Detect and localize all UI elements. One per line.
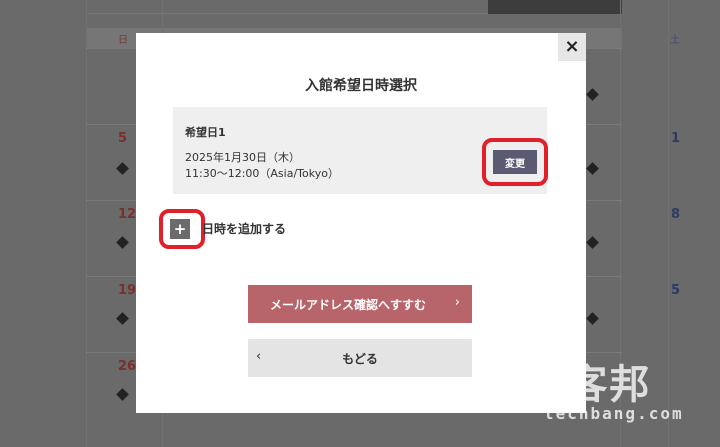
calendar-toolbar-button	[488, 0, 622, 14]
add-datetime-label[interactable]: 日時を追加する	[202, 220, 286, 237]
close-button[interactable]: ×	[558, 33, 586, 61]
date-entry-label: 希望日1	[185, 126, 226, 139]
date-entry-time: 11:30〜12:00（Asia/Tokyo）	[185, 167, 339, 180]
day-number: 12	[118, 207, 137, 222]
day-number: 26	[118, 359, 137, 374]
techbang-watermark: T客邦 techbang.com	[538, 352, 714, 432]
watermark-domain: techbang.com	[544, 404, 684, 423]
watermark-logo: T客邦	[538, 362, 652, 408]
date-entry-date: 2025年1月30日（木）	[185, 151, 300, 164]
add-button-highlight: +	[159, 209, 205, 249]
day-number: 8	[671, 207, 681, 222]
date-entry-card: 希望日1 2025年1月30日（木） 11:30〜12:00（Asia/Toky…	[173, 107, 548, 194]
day-number: 19	[118, 283, 137, 298]
modal-title: 入館希望日時選択	[305, 78, 417, 94]
add-datetime-button[interactable]: +	[170, 219, 190, 239]
day-number: 5	[118, 131, 128, 146]
day-number: 5	[671, 283, 681, 298]
back-button-label: もどる	[342, 352, 378, 366]
weekday-saturday: 土	[670, 35, 680, 46]
calendar-toolbar	[86, 0, 622, 14]
change-button[interactable]: 変更	[493, 150, 537, 174]
proceed-button-label: メールアドレス確認へすすむ	[269, 298, 426, 312]
change-button-highlight: 変更	[482, 138, 548, 186]
chevron-right-icon: ›	[454, 295, 460, 310]
date-selection-modal: × 入館希望日時選択 希望日1 2025年1月30日（木） 11:30〜12:0…	[136, 33, 586, 413]
plus-icon: +	[173, 220, 187, 238]
day-number: 1	[671, 131, 681, 146]
proceed-to-email-button[interactable]: メールアドレス確認へすすむ ›	[248, 285, 472, 323]
back-button[interactable]: ‹ もどる	[248, 339, 472, 377]
weekday-sunday: 日	[118, 35, 128, 46]
